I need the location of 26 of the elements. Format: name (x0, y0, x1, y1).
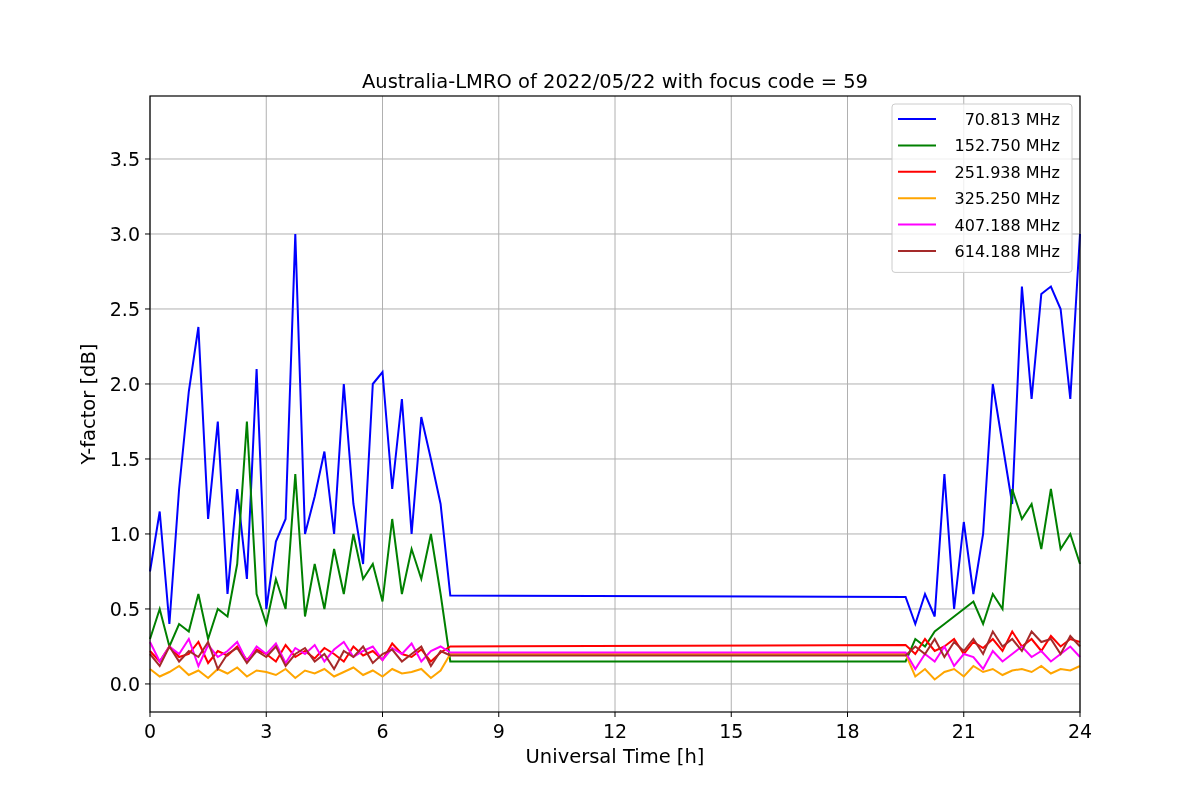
x-tick-label: 15 (719, 720, 744, 742)
x-tick-label: 24 (1067, 720, 1093, 742)
y-tick-label: 3.5 (109, 148, 140, 170)
x-tick-label: 18 (835, 720, 860, 742)
legend-label: 70.813 MHz (964, 110, 1060, 129)
y-tick-label: 3.0 (109, 223, 140, 245)
legend-label: 152.750 MHz (954, 136, 1060, 156)
y-tick-label: 1.5 (109, 447, 140, 470)
x-tick-label: 9 (492, 720, 505, 742)
legend-label: 325.250 MHz (954, 189, 1060, 209)
x-tick-label: 3 (260, 720, 273, 742)
y-tick-label: 0.0 (109, 672, 140, 695)
y-axis-label: Y-factor [dB] (77, 343, 100, 465)
y-tick-label: 2.0 (109, 373, 140, 395)
x-tick-label: 0 (143, 720, 157, 742)
y-tick-label: 2.5 (109, 298, 140, 320)
x-tick-label: 6 (376, 720, 389, 742)
x-tick-label: 21 (951, 720, 976, 742)
legend-label: 251.938 MHz (954, 162, 1060, 182)
legend-label: 614.188 MHz (954, 242, 1060, 261)
legend-label: 407.188 MHz (954, 215, 1060, 235)
x-axis-label: Universal Time [h] (525, 745, 705, 768)
y-tick-label: 1.0 (109, 522, 140, 545)
x-tick-label: 12 (602, 720, 628, 742)
y-tick-label: 0.5 (109, 597, 140, 620)
chart-title: Australia-LMRO of 2022/05/22 with focus code = 59 (362, 70, 868, 93)
